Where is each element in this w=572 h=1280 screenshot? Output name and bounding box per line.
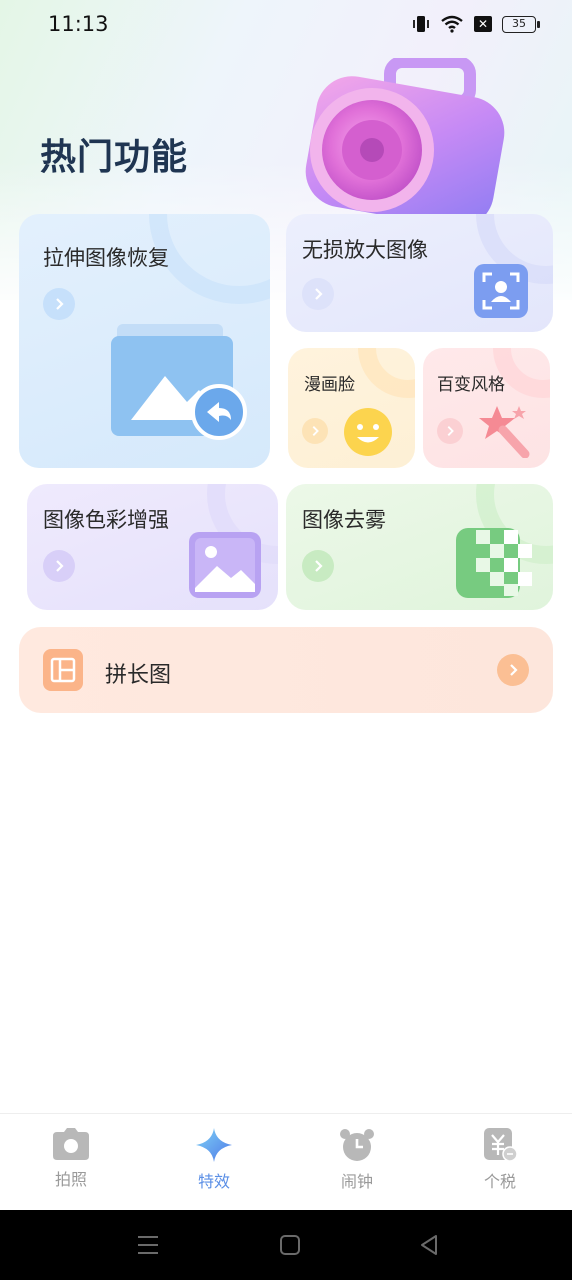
camera-icon	[53, 1128, 89, 1160]
tab-effects[interactable]: 特效	[169, 1128, 259, 1192]
tab-label: 特效	[197, 1172, 230, 1191]
tab-label: 闹钟	[340, 1172, 373, 1191]
card-lossless-upscale[interactable]: 无损放大图像	[286, 214, 553, 332]
status-time: 11:13	[48, 12, 109, 36]
status-icons: ✕ 35	[412, 14, 540, 34]
smiley-icon	[344, 408, 392, 456]
home-icon[interactable]	[279, 1234, 301, 1256]
tab-tax[interactable]: 个税	[455, 1128, 545, 1192]
card-color-enhance[interactable]: 图像色彩增强	[27, 484, 278, 610]
magic-wand-icon	[479, 406, 530, 458]
system-nav-bar	[0, 1210, 572, 1280]
card-title: 漫画脸	[304, 375, 355, 395]
camera-illustration	[305, 58, 505, 218]
tab-alarm[interactable]: 闹钟	[312, 1128, 402, 1192]
picture-icon	[189, 532, 261, 598]
status-bar: 11:13 ✕ 35	[0, 0, 572, 52]
page-title: 热门功能	[40, 137, 189, 178]
card-decoration	[358, 348, 415, 398]
chevron-right-icon	[43, 550, 75, 582]
dehaze-checker-icon	[456, 528, 532, 598]
sparkle-icon	[196, 1128, 232, 1162]
card-title: 无损放大图像	[302, 238, 428, 262]
tab-label: 拍照	[54, 1170, 87, 1189]
image-restore-icon	[111, 324, 247, 440]
card-cartoon-face[interactable]: 漫画脸	[288, 348, 415, 468]
card-style-change[interactable]: 百变风格	[423, 348, 550, 468]
card-title: 图像去雾	[302, 508, 386, 532]
tax-icon	[484, 1128, 518, 1162]
long-image-icon	[43, 649, 83, 691]
chevron-right-icon	[302, 550, 334, 582]
no-sim-icon: ✕	[474, 16, 492, 32]
card-title: 拼长图	[105, 663, 172, 688]
tab-camera[interactable]: 拍照	[26, 1128, 116, 1190]
chevron-right-icon	[302, 418, 328, 444]
card-title: 拉伸图像恢复	[43, 246, 169, 270]
bottom-tab-bar: 拍照 特效 闹钟 个税	[0, 1113, 572, 1210]
chevron-right-icon	[43, 288, 75, 320]
chevron-right-icon	[437, 418, 463, 444]
alarm-icon	[340, 1129, 374, 1161]
back-icon[interactable]	[418, 1234, 440, 1256]
card-long-image[interactable]: 拼长图	[19, 627, 553, 713]
card-title: 百变风格	[437, 375, 505, 395]
wifi-icon	[441, 15, 463, 33]
battery-icon: 35	[502, 15, 540, 33]
chevron-right-icon	[497, 654, 529, 686]
card-dehaze[interactable]: 图像去雾	[286, 484, 553, 610]
vibrate-icon	[413, 16, 429, 32]
card-title: 图像色彩增强	[43, 508, 169, 532]
menu-icon[interactable]	[136, 1234, 160, 1256]
portrait-scan-icon	[474, 264, 528, 318]
tab-label: 个税	[483, 1172, 516, 1191]
card-stretch-restore[interactable]: 拉伸图像恢复	[19, 214, 270, 468]
chevron-right-icon	[302, 278, 334, 310]
